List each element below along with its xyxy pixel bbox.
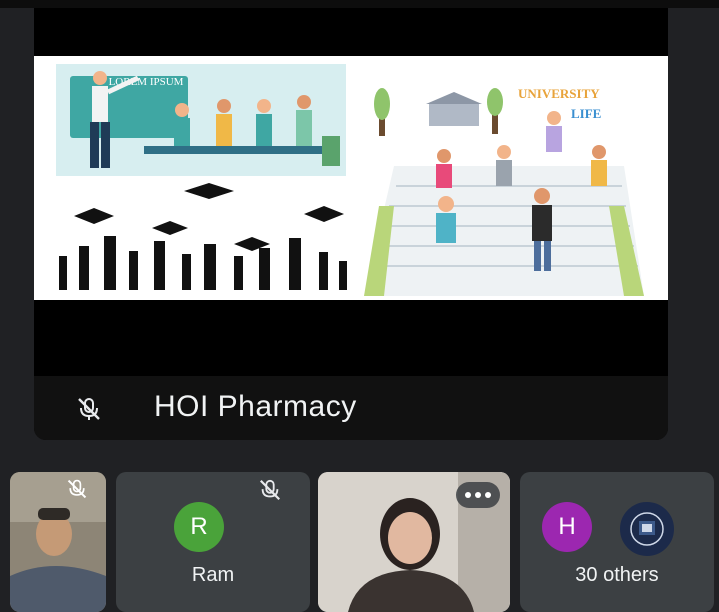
mic-off-icon: [67, 479, 87, 499]
window-top-edge: [0, 0, 719, 8]
participant-tile-ram[interactable]: R Ram: [116, 472, 310, 612]
logo-avatar: [618, 500, 676, 558]
mic-off-icon: [259, 479, 281, 501]
shared-slide: LOREM IPSUM UNIVERSITY LIFE: [34, 56, 668, 300]
avatar: H: [542, 502, 592, 552]
presenter-tile[interactable]: LOREM IPSUM UNIVERSITY LIFE HOI Pharmacy: [34, 8, 668, 440]
presenter-name-bar: HOI Pharmacy: [34, 376, 668, 440]
institution-logo-icon: [630, 512, 664, 546]
participant-name: 30 others: [575, 564, 659, 586]
university-scene: [364, 88, 644, 296]
participant-tile-others[interactable]: H 30 others: [520, 472, 714, 612]
participant-tile-3[interactable]: [318, 472, 510, 612]
university-word: UNIVERSITY: [518, 86, 600, 101]
participant-video-1: [10, 472, 106, 612]
participant-name: Ram: [191, 564, 235, 586]
plant: [322, 136, 340, 166]
more-options-button[interactable]: [456, 482, 500, 508]
slide-illustration: LOREM IPSUM UNIVERSITY LIFE: [56, 64, 644, 296]
avatar: R: [174, 502, 224, 552]
desk: [144, 146, 334, 154]
life-word: LIFE: [571, 106, 601, 121]
presenter-name: HOI Pharmacy: [154, 390, 357, 423]
graduation-silhouette: [59, 183, 347, 290]
mic-off-icon: [78, 398, 100, 420]
participant-tile-1[interactable]: [10, 472, 106, 612]
